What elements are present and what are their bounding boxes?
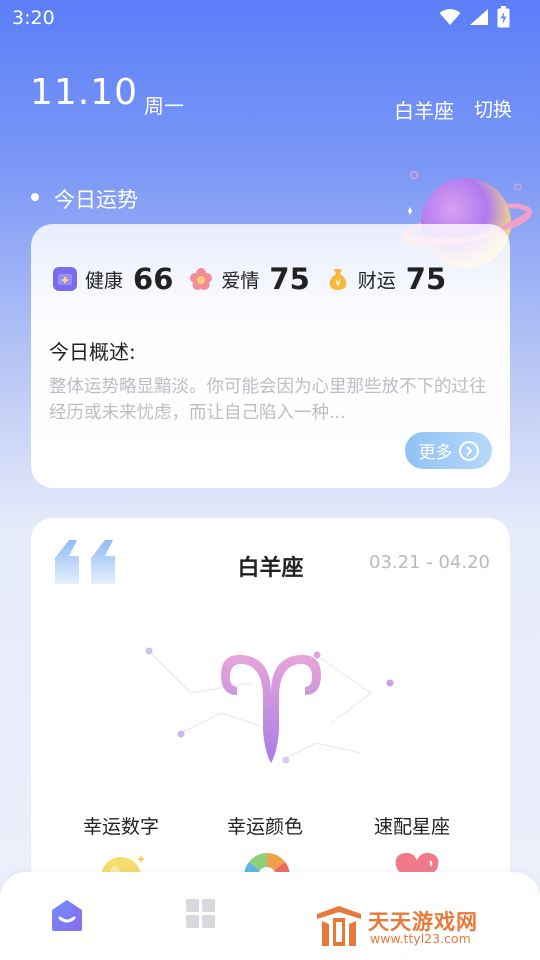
svg-text:¥: ¥ [335, 279, 341, 289]
overview-text: 整体运势略显黯淡。你可能会因为心里那些放不下的过往经历或未来忧虑，而让自己陷入一… [49, 377, 487, 423]
more-button-label: 更多 [418, 443, 453, 463]
best-match-label: 速配星座 [374, 816, 451, 838]
watermark-url: www.ttyl23.com [370, 931, 471, 946]
weekday-display: 周一 [144, 94, 184, 118]
overview-label: 今日概述: [49, 340, 136, 364]
cellular-signal-icon [470, 9, 488, 25]
love-label: 爱情 [221, 269, 260, 292]
health-score: 健康 66 [53, 262, 173, 296]
date-display: 11.10 [30, 72, 139, 113]
wealth-score: ¥ 财运 75 [326, 262, 446, 296]
grid-icon[interactable] [186, 899, 216, 929]
watermark-logo-icon [317, 906, 361, 946]
money-bag-icon: ¥ [326, 267, 350, 291]
wealth-label: 财运 [357, 269, 396, 292]
wealth-value: 75 [405, 262, 447, 296]
switch-sign-button[interactable]: 切换 [474, 95, 512, 122]
flower-icon [189, 267, 213, 291]
lucky-number-label: 幸运数字 [83, 816, 160, 838]
status-bar: 3:20 [0, 0, 540, 38]
fortune-card: 健康 66 爱情 75 ¥ 财运 75 今日概述: 整体运势略显黯淡。你可能会因… [31, 224, 510, 488]
home-icon[interactable] [50, 898, 84, 932]
more-button[interactable]: 更多 [405, 432, 492, 469]
today-fortune-title: 今日运势 [54, 188, 138, 212]
battery-charging-icon [497, 6, 510, 28]
health-label: 健康 [85, 269, 124, 292]
health-value: 66 [133, 262, 174, 296]
wifi-icon [439, 9, 461, 25]
section-bullet [31, 193, 39, 201]
site-watermark: 天天游戏网 www.ttyl23.com [314, 904, 514, 950]
score-row: 健康 66 爱情 75 ¥ 财运 75 [53, 262, 462, 296]
status-time: 3:20 [12, 7, 55, 29]
love-score: 爱情 75 [189, 262, 310, 296]
current-sign-label: 白羊座 [394, 99, 454, 123]
zodiac-date-range: 03.21 - 04.20 [369, 552, 490, 573]
health-kit-icon [53, 267, 77, 291]
love-value: 75 [269, 262, 310, 296]
chevron-right-icon [458, 440, 479, 461]
lucky-color-label: 幸运颜色 [227, 816, 304, 838]
zodiac-card: 白羊座 03.21 - 04.20 幸运数字 幸运颜色 速配星座 [31, 518, 510, 898]
aries-symbol-icon [145, 647, 394, 764]
